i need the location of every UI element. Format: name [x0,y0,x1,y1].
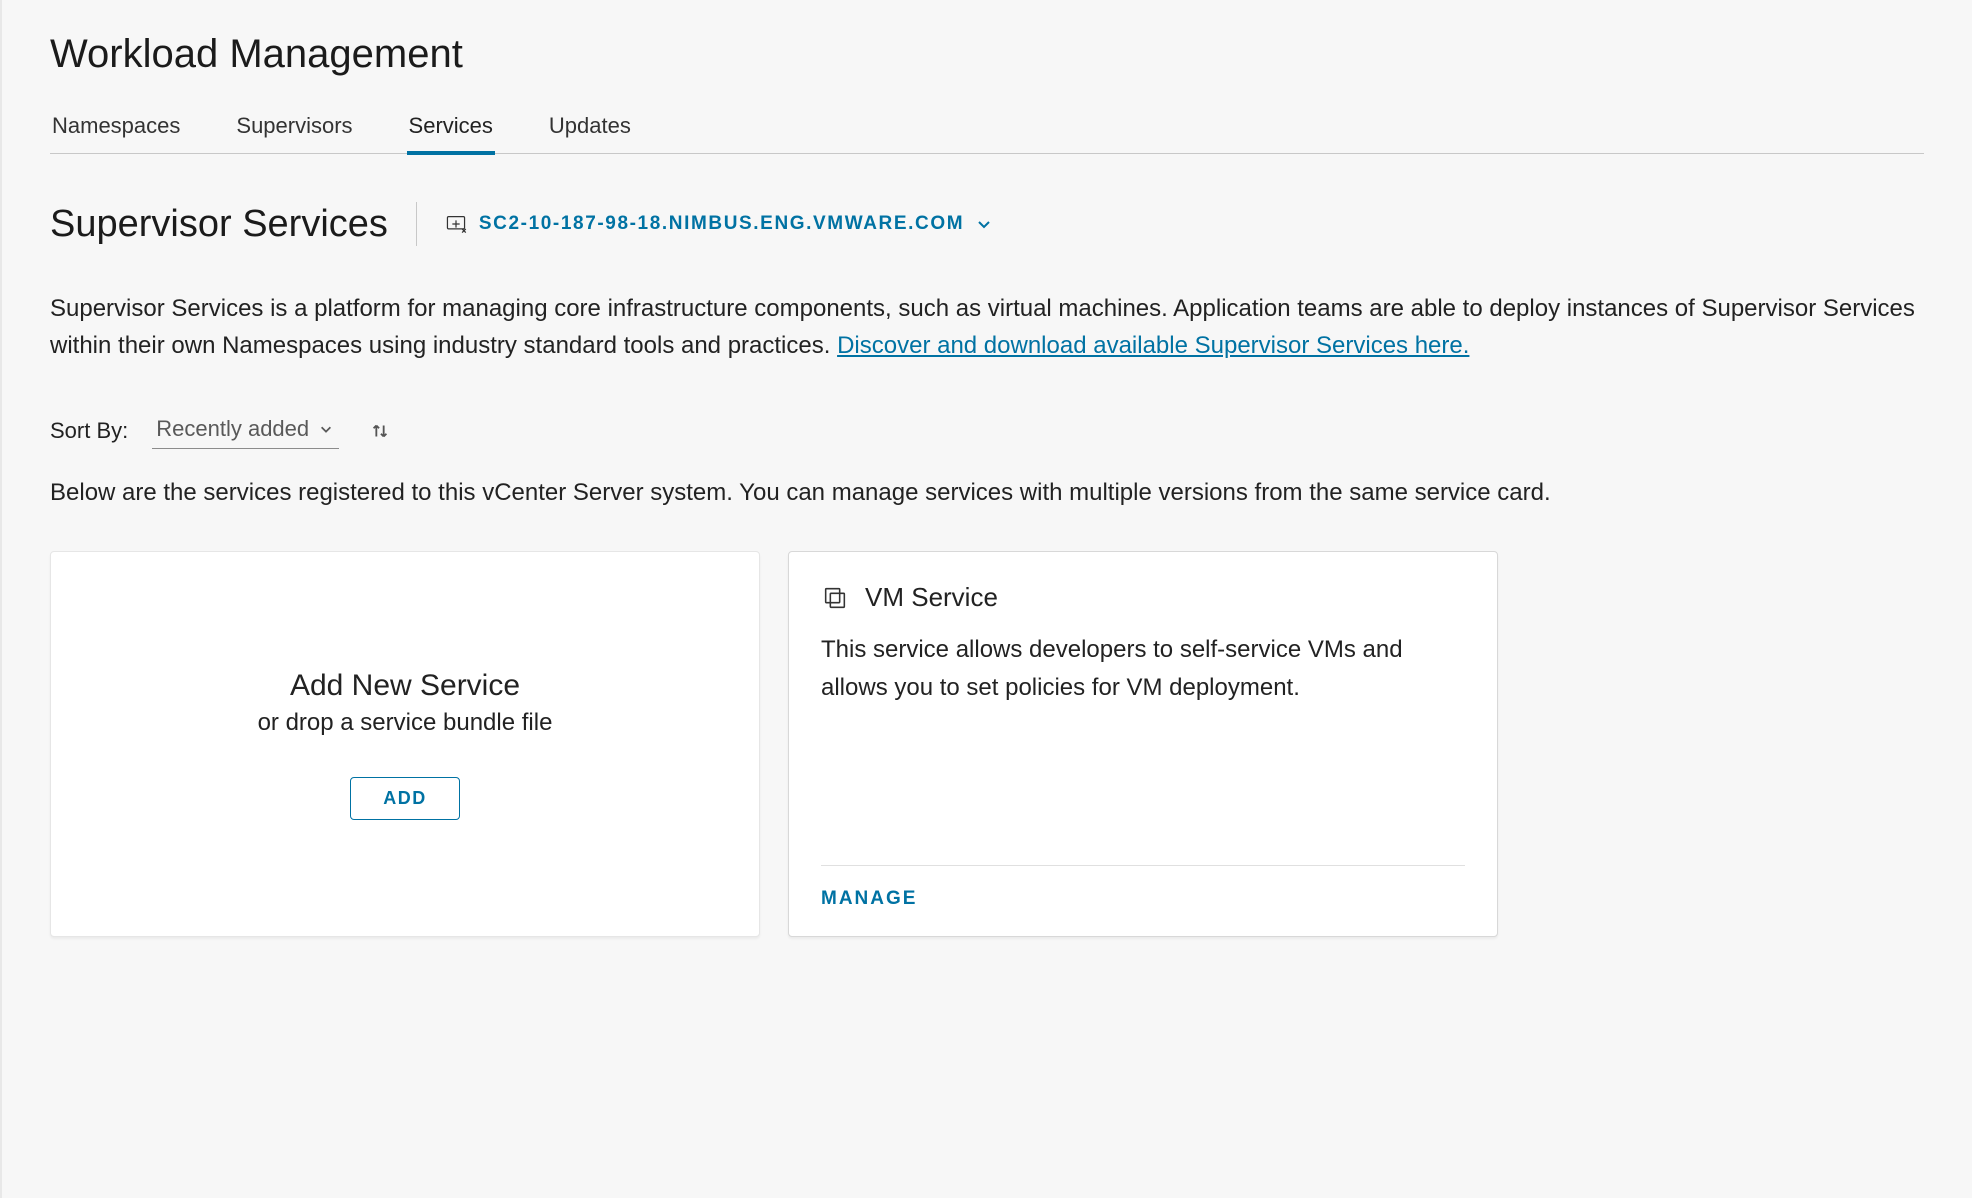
chevron-down-icon [976,216,992,232]
description: Supervisor Services is a platform for ma… [50,290,1924,364]
card-actions: MANAGE [789,866,1497,936]
sort-row: Sort By: Recently added [50,412,1924,449]
tab-updates[interactable]: Updates [547,113,633,155]
manage-button[interactable]: MANAGE [821,888,917,909]
divider [416,202,417,246]
add-service-title: Add New Service [290,669,520,703]
vm-service-card: VM Service This service allows developer… [788,551,1498,937]
discover-services-link[interactable]: Discover and download available Supervis… [837,332,1469,359]
add-service-subtitle: or drop a service bundle file [258,709,553,737]
tab-services[interactable]: Services [407,113,495,155]
page-title: Workload Management [50,32,1924,77]
tab-supervisors[interactable]: Supervisors [234,113,354,155]
sub-description: Below are the services registered to thi… [50,479,1924,507]
sort-by-label: Sort By: [50,418,128,444]
service-card-header: VM Service [789,552,1497,631]
sub-title: Supervisor Services [50,203,388,246]
add-service-card[interactable]: Add New Service or drop a service bundle… [50,551,760,937]
chevron-down-icon [319,422,333,436]
sub-header: Supervisor Services SC2-10-187-98-18.NIM… [50,202,1924,246]
workload-management-page: Workload Management Namespaces Superviso… [0,0,1972,1198]
tab-namespaces[interactable]: Namespaces [50,113,182,155]
service-card-body: This service allows developers to self-s… [789,631,1497,865]
sort-select-value: Recently added [156,416,309,442]
sort-select[interactable]: Recently added [152,412,339,449]
vm-service-icon [821,584,849,612]
service-cards: Add New Service or drop a service bundle… [50,551,1924,937]
sort-direction-icon[interactable] [369,420,391,442]
vcenter-link-text: SC2-10-187-98-18.NIMBUS.ENG.VMWARE.COM [479,213,964,235]
vcenter-selector[interactable]: SC2-10-187-98-18.NIMBUS.ENG.VMWARE.COM [445,213,992,235]
service-card-title: VM Service [865,582,998,613]
tab-bar: Namespaces Supervisors Services Updates [50,113,1924,154]
vcenter-icon [445,213,467,235]
add-button[interactable]: ADD [350,777,460,820]
